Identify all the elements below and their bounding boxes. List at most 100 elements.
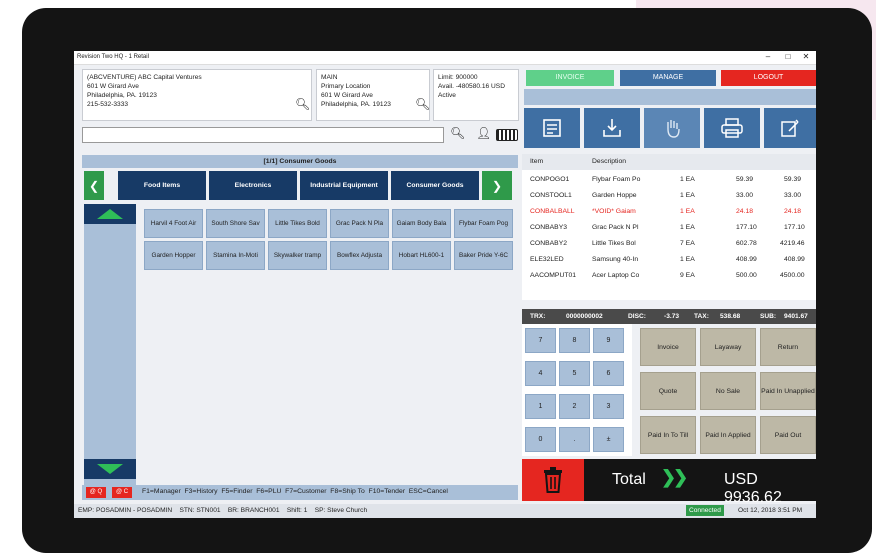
close-icon[interactable]: ✕	[798, 52, 814, 61]
product-tile[interactable]: Little Tikes Bold	[268, 209, 327, 238]
discount-value: -3.73	[664, 313, 680, 320]
customer-city: Philadelphia, PA. 19123	[87, 92, 157, 99]
scroll-down-button[interactable]	[84, 459, 136, 479]
window-title: Revision Two HQ - 1 Retail	[77, 54, 149, 60]
table-row[interactable]: CONPOGO1 Flybar Foam Po 1 EA 59.39 59.39	[522, 172, 816, 188]
arrow-up-icon	[97, 209, 123, 219]
product-tile[interactable]: Grac Pack N Pla	[330, 209, 389, 238]
edit-button[interactable]	[764, 108, 816, 148]
product-tile[interactable]: Flybar Foam Pog	[454, 209, 513, 238]
manage-button[interactable]: MANAGE	[620, 70, 716, 86]
credit-status: Active	[438, 92, 456, 99]
location-search-icon[interactable]: 🔍︎	[415, 98, 430, 110]
location-address: 601 W Girard Ave	[321, 92, 373, 99]
numpad-key-6[interactable]: 6	[593, 361, 624, 386]
customer-search-icon[interactable]: 🔍︎	[295, 98, 310, 110]
table-row[interactable]: CONSTOOL1 Garden Hoppe 1 EA 33.00 33.00	[522, 188, 816, 204]
numpad-key-9[interactable]: 9	[593, 328, 624, 353]
summary-bar: TRX: 0000000002 DISC: -3.73 TAX: 538.68 …	[522, 309, 816, 324]
product-tile[interactable]: Skywalker tramp	[268, 241, 327, 270]
no-sale-button[interactable]: No Sale	[700, 372, 756, 410]
table-row[interactable]: CONBABY2 Little Tikes Bol 7 EA 602.78 42…	[522, 236, 816, 252]
void-button[interactable]	[522, 459, 584, 501]
paid-in-to-till-button[interactable]: Paid In To Till	[640, 416, 696, 454]
numpad-key-plus-minus[interactable]: ±	[593, 427, 624, 452]
product-tile[interactable]: Stamina In-Moti	[206, 241, 265, 270]
user-icon[interactable]: 👤︎	[476, 126, 491, 140]
product-tile[interactable]: Garden Hopper	[144, 241, 203, 270]
print-button[interactable]	[704, 108, 760, 148]
search-icon[interactable]: 🔍︎	[450, 126, 465, 140]
shortcut-bar: @ Q @ C F1=Manager F3=History F5=Finder …	[82, 485, 518, 500]
tab-food-items[interactable]: Food Items	[118, 171, 206, 200]
table-row-void[interactable]: CONBALBALL *VOID* Gaiam 1 EA 24.18 24.18	[522, 204, 816, 220]
title-bar: Revision Two HQ - 1 Retail – □ ✕	[74, 51, 816, 65]
product-tile[interactable]: Hobart HL600-1	[392, 241, 451, 270]
numpad-key-4[interactable]: 4	[525, 361, 556, 386]
import-button[interactable]	[584, 108, 640, 148]
layaway-button[interactable]: Layaway	[700, 328, 756, 366]
trash-icon	[544, 467, 562, 493]
numpad-key-8[interactable]: 8	[559, 328, 590, 353]
numpad-key-2[interactable]: 2	[559, 394, 590, 419]
total-value: USD 9936.62	[724, 471, 782, 506]
location-box[interactable]: MAIN Primary Location 601 W Girard Ave P…	[316, 69, 430, 121]
product-tile[interactable]: Baker Pride Y-6C	[454, 241, 513, 270]
location-city: Philadelphia, PA. 19123	[321, 101, 391, 108]
arrow-down-icon	[97, 464, 123, 474]
customer-shortcut-button[interactable]: @ C	[112, 487, 132, 498]
edit-icon	[781, 119, 799, 137]
credit-box: Limit: 900000 Avail. -480580.16 USD Acti…	[433, 69, 519, 121]
customer-address: 601 W Girard Ave	[87, 83, 139, 90]
paid-in-applied-button[interactable]: Paid In Applied	[700, 416, 756, 454]
return-button[interactable]: Return	[760, 328, 816, 366]
table-row[interactable]: ELE32LED Samsung 40-In 1 EA 408.99 408.9…	[522, 252, 816, 268]
printer-icon	[721, 118, 743, 138]
checklist-button[interactable]	[524, 108, 580, 148]
table-row[interactable]: CONBABY3 Grac Pack N Pl 1 EA 177.10 177.…	[522, 220, 816, 236]
hand-icon	[667, 120, 680, 138]
minimize-icon[interactable]: –	[760, 52, 776, 61]
credit-limit: Limit: 900000	[438, 74, 478, 81]
category-prev-button[interactable]: ❮	[84, 171, 104, 200]
download-tray-icon	[603, 119, 621, 137]
maximize-icon[interactable]: □	[780, 52, 796, 61]
paid-in-unapplied-button[interactable]: Paid In Unapplied	[760, 372, 816, 410]
customer-box[interactable]: (ABCVENTURE) ABC Capital Ventures 601 W …	[82, 69, 312, 121]
search-input[interactable]	[82, 127, 444, 143]
numpad-key-1[interactable]: 1	[525, 394, 556, 419]
table-row[interactable]: AACOMPUT01 Acer Laptop Co 9 EA 500.00 45…	[522, 268, 816, 284]
status-bar: EMP: POSADMIN - POSADMIN STN: STN001 BR:…	[74, 504, 816, 518]
numpad-key-0[interactable]: 0	[525, 427, 556, 452]
status-text: EMP: POSADMIN - POSADMIN STN: STN001 BR:…	[78, 507, 368, 514]
scroll-up-button[interactable]	[84, 204, 136, 224]
tab-industrial-equipment[interactable]: Industrial Equipment	[300, 171, 388, 200]
customer-phone: 215-532-3333	[87, 101, 129, 108]
logout-button[interactable]: LOGOUT	[721, 70, 816, 86]
connection-status-badge: Connected	[686, 505, 724, 516]
invoice-button[interactable]: INVOICE	[526, 70, 614, 86]
status-datetime: Oct 12, 2018 3:51 PM	[738, 507, 803, 514]
numpad-key-3[interactable]: 3	[593, 394, 624, 419]
pos-screen: Revision Two HQ - 1 Retail – □ ✕ (ABCVEN…	[74, 51, 816, 518]
quote-shortcut-button[interactable]: @ Q	[86, 487, 106, 498]
numpad-key-5[interactable]: 5	[559, 361, 590, 386]
category-next-button[interactable]: ❯	[482, 171, 512, 200]
numpad-key-7[interactable]: 7	[525, 328, 556, 353]
tab-consumer-goods[interactable]: Consumer Goods	[391, 171, 479, 200]
quote-button[interactable]: Quote	[640, 372, 696, 410]
total-label: Total	[612, 471, 646, 488]
invoice-action-button[interactable]: Invoice	[640, 328, 696, 366]
product-tile[interactable]: South Shore Sav	[206, 209, 265, 238]
trx-number: 0000000002	[566, 313, 603, 320]
hold-button[interactable]	[644, 108, 700, 148]
numpad-key-decimal[interactable]: .	[559, 427, 590, 452]
info-strip	[524, 89, 816, 105]
product-tile[interactable]: Harvil 4 Foot Air	[144, 209, 203, 238]
product-tile[interactable]: Gaiam Body Bala	[392, 209, 451, 238]
paid-out-button[interactable]: Paid Out	[760, 416, 816, 454]
keyboard-icon[interactable]	[496, 129, 518, 141]
total-panel: Total ❯❯ USD 9936.62	[584, 459, 816, 506]
product-tile[interactable]: Bowflex Adjusta	[330, 241, 389, 270]
tab-electronics[interactable]: Electronics	[209, 171, 297, 200]
